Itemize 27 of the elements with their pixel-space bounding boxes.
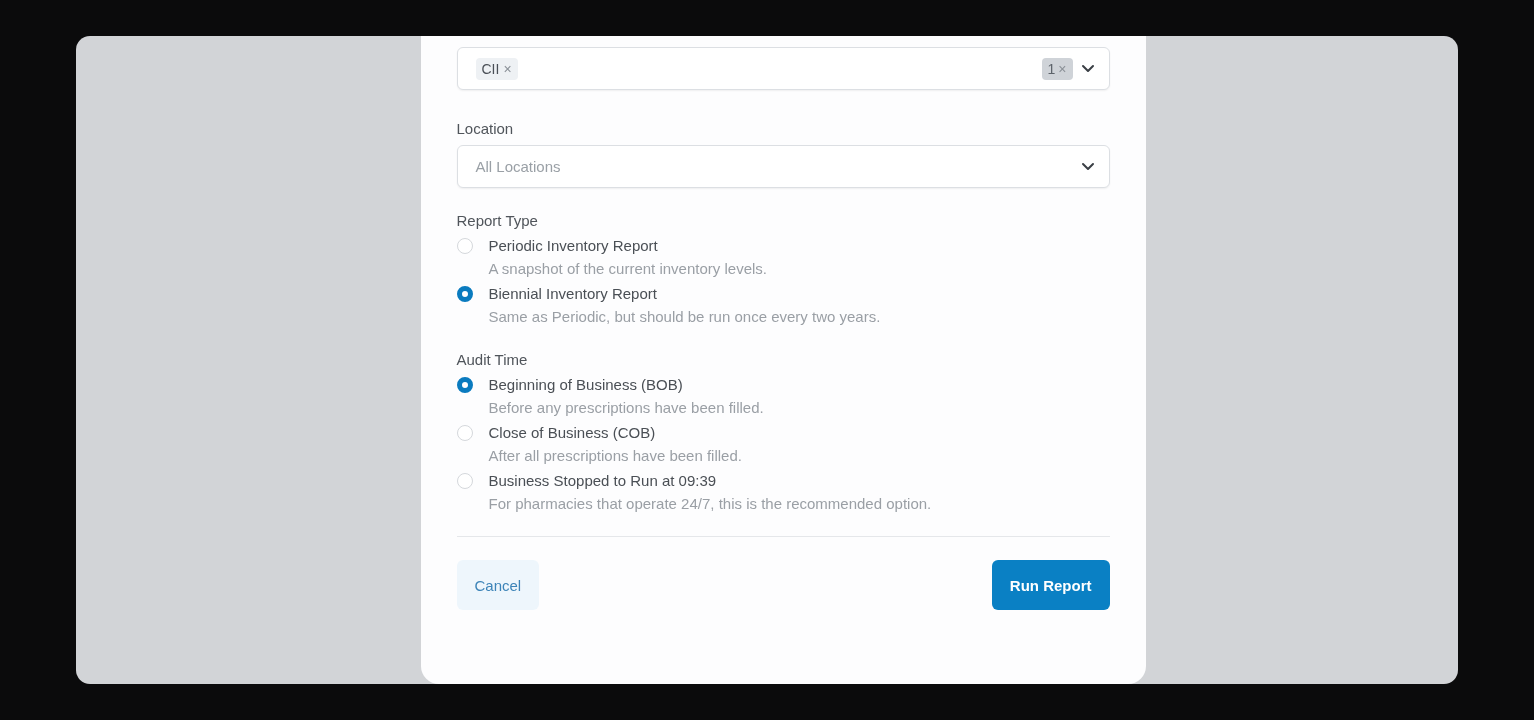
option-title: Periodic Inventory Report — [488, 237, 659, 254]
option-title: Close of Business (COB) — [488, 424, 657, 441]
select-placeholder: All Locations — [475, 158, 562, 175]
clear-all[interactable]: × — [1058, 60, 1067, 77]
location-select[interactable]: All Locations — [456, 145, 1110, 188]
option-description: A snapshot of the current inventory levels. — [488, 260, 768, 277]
option-title: Beginning of Business (BOB) — [488, 376, 684, 393]
tag-label: CII — [481, 60, 500, 77]
section-label: Report Type — [456, 212, 539, 229]
chevron-down-icon — [1080, 162, 1095, 171]
tag-remove[interactable]: × — [503, 60, 512, 77]
cancel-button[interactable]: Cancel — [456, 560, 540, 610]
radio-button[interactable] — [456, 376, 473, 393]
field-label: Location — [456, 120, 515, 137]
radio-button[interactable] — [456, 285, 473, 302]
option-title: Business Stopped to Run at 09:39 — [488, 472, 718, 489]
option-description: For pharmacies that operate 24/7, this is the recommended option. — [488, 495, 933, 512]
chevron-down-icon — [1080, 64, 1095, 73]
section-label: Audit Time — [456, 351, 529, 368]
count-label: 1 — [1047, 60, 1056, 77]
schedule-select[interactable]: CII × 1 × — [456, 47, 1110, 90]
selected-count-badge[interactable]: 1 × — [1041, 57, 1073, 80]
run-report-button[interactable]: Run Report — [991, 560, 1110, 610]
option-description: After all prescriptions have been filled. — [488, 447, 743, 464]
option-title: Biennial Inventory Report — [488, 285, 658, 302]
option-description: Same as Periodic, but should be run once every two years. — [488, 308, 882, 325]
option-description: Before any prescriptions have been filled. — [488, 399, 765, 416]
